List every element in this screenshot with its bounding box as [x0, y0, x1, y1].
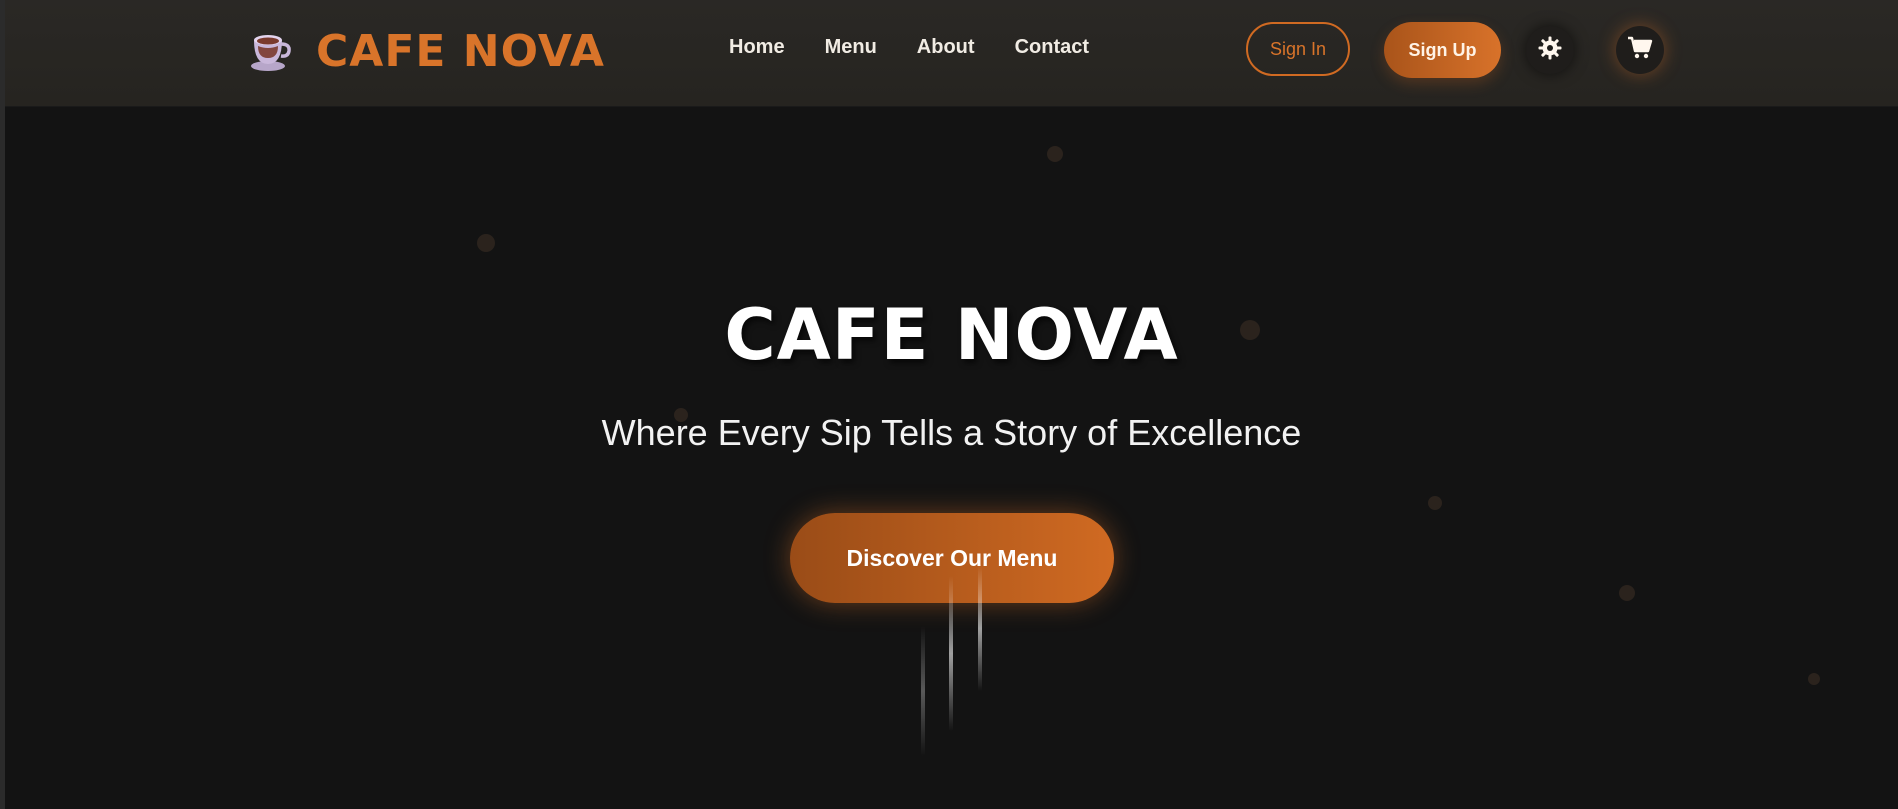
nav-link-about[interactable]: About [917, 36, 975, 59]
steam-line [978, 566, 982, 691]
navbar: CAFE NOVA Home Menu About Contact Sign I… [5, 0, 1898, 107]
main-nav: Home Menu About Contact [729, 36, 1089, 59]
brand-name: CAFE NOVA [316, 25, 605, 77]
decorative-particle [1047, 146, 1063, 162]
nav-link-contact[interactable]: Contact [1015, 36, 1089, 59]
brand-logo[interactable]: CAFE NOVA [248, 25, 605, 77]
nav-link-menu[interactable]: Menu [825, 36, 877, 59]
decorative-particle [1428, 496, 1442, 510]
theme-toggle-button[interactable] [1526, 26, 1574, 74]
decorative-particle [1619, 585, 1635, 601]
steam-line [949, 576, 953, 731]
decorative-particle [477, 234, 495, 252]
decorative-particle [1808, 673, 1820, 685]
hero-subtitle: Where Every Sip Tells a Story of Excelle… [601, 412, 1302, 453]
browser-viewport: CAFE NOVA Home Menu About Contact Sign I… [5, 0, 1898, 809]
gear-icon [1537, 35, 1563, 66]
hero-section: CAFE NOVA Where Every Sip Tells a Story … [5, 106, 1898, 809]
nav-link-home[interactable]: Home [729, 36, 785, 59]
coffee-cup-icon [248, 26, 294, 77]
sign-up-button[interactable]: Sign Up [1384, 22, 1501, 78]
hero-title: CAFE NOVA [724, 294, 1179, 376]
cart-icon [1627, 35, 1653, 66]
sign-in-button[interactable]: Sign In [1246, 22, 1350, 76]
cart-button[interactable] [1616, 26, 1664, 74]
steam-line [921, 626, 925, 756]
